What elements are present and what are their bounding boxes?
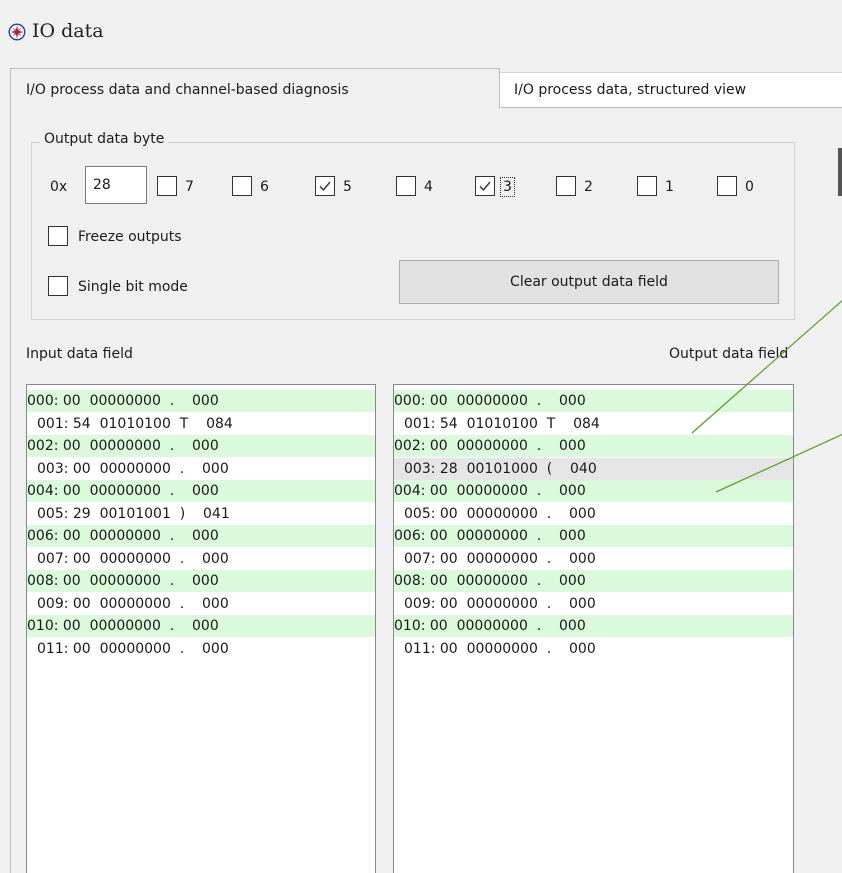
hex-prefix-label: 0x xyxy=(50,179,68,195)
bit-7-label: 7 xyxy=(185,179,194,195)
window-title: IO data xyxy=(32,20,104,42)
bit-5-checkbox[interactable] xyxy=(315,176,335,196)
single-bit-mode-label: Single bit mode xyxy=(78,279,188,295)
bit-2-label: 2 xyxy=(584,179,593,195)
bit-0-label: 0 xyxy=(745,179,754,195)
bit-1-label: 1 xyxy=(665,179,674,195)
checkmark-icon xyxy=(319,181,331,192)
bit-5-label: 5 xyxy=(343,179,352,195)
list-item[interactable]: 002: 00 00000000 . 000 xyxy=(394,435,793,457)
list-item[interactable]: 002: 00 00000000 . 000 xyxy=(27,435,375,457)
bit-1-checkbox[interactable] xyxy=(637,176,657,196)
tab-io-process-data-diagnosis[interactable]: I/O process data and channel-based diagn… xyxy=(10,68,500,108)
bit-6-checkbox[interactable] xyxy=(232,176,252,196)
freeze-outputs-label: Freeze outputs xyxy=(78,229,182,245)
list-item[interactable]: 006: 00 00000000 . 000 xyxy=(27,525,375,547)
list-item[interactable]: 003: 00 00000000 . 000 xyxy=(27,457,375,480)
single-bit-mode-checkbox[interactable] xyxy=(48,276,68,296)
freeze-outputs-checkbox[interactable] xyxy=(48,226,68,246)
bit-3-checkbox[interactable] xyxy=(475,176,495,196)
list-item[interactable]: 001: 54 01010100 T 084 xyxy=(394,412,793,435)
tab-io-process-data-structured[interactable]: I/O process data, structured view xyxy=(500,72,842,108)
checkmark-icon xyxy=(479,181,491,192)
list-item[interactable]: 008: 00 00000000 . 000 xyxy=(394,570,793,592)
list-item[interactable]: 011: 00 00000000 . 000 xyxy=(27,637,375,660)
bit-6-label: 6 xyxy=(260,179,269,195)
list-item[interactable]: 009: 00 00000000 . 000 xyxy=(394,592,793,615)
list-item[interactable]: 010: 00 00000000 . 000 xyxy=(27,615,375,637)
clear-output-data-button[interactable]: Clear output data field xyxy=(399,260,779,304)
list-item[interactable]: 000: 00 00000000 . 000 xyxy=(394,390,793,412)
list-item[interactable]: 010: 00 00000000 . 000 xyxy=(394,615,793,637)
input-data-field-label: Input data field xyxy=(26,346,133,362)
clipped-control-edge xyxy=(838,148,842,196)
list-item[interactable]: 011: 00 00000000 . 000 xyxy=(394,637,793,660)
output-data-byte-label: Output data byte xyxy=(40,131,169,147)
title-bar: IO data xyxy=(0,0,842,58)
list-item[interactable]: 001: 54 01010100 T 084 xyxy=(27,412,375,435)
tab-strip: I/O process data and channel-based diagn… xyxy=(0,68,842,108)
list-item[interactable]: 000: 00 00000000 . 000 xyxy=(27,390,375,412)
app-logo-icon xyxy=(8,23,26,41)
io-data-window: IO data I/O process data and channel-bas… xyxy=(0,0,842,873)
list-item[interactable]: 006: 00 00000000 . 000 xyxy=(394,525,793,547)
list-item[interactable]: 003: 28 00101000 ( 040 xyxy=(394,457,793,480)
list-item[interactable]: 005: 29 00101001 ) 041 xyxy=(27,502,375,525)
list-item[interactable]: 007: 00 00000000 . 000 xyxy=(394,547,793,570)
hex-value-input[interactable]: 28 xyxy=(85,166,147,204)
input-data-list[interactable]: 000: 00 00000000 . 000 001: 54 01010100 T… xyxy=(26,384,376,873)
output-data-list[interactable]: 000: 00 00000000 . 000 001: 54 01010100 T… xyxy=(393,384,794,873)
list-item[interactable]: 009: 00 00000000 . 000 xyxy=(27,592,375,615)
list-item[interactable]: 005: 00 00000000 . 000 xyxy=(394,502,793,525)
bit-0-checkbox[interactable] xyxy=(717,176,737,196)
bit-3-label: 3 xyxy=(500,177,515,197)
bit-2-checkbox[interactable] xyxy=(556,176,576,196)
list-item[interactable]: 007: 00 00000000 . 000 xyxy=(27,547,375,570)
bit-4-label: 4 xyxy=(424,179,433,195)
list-item[interactable]: 008: 00 00000000 . 000 xyxy=(27,570,375,592)
bit-7-checkbox[interactable] xyxy=(157,176,177,196)
list-item[interactable]: 004: 00 00000000 . 000 xyxy=(394,480,793,502)
bit-4-checkbox[interactable] xyxy=(396,176,416,196)
list-item[interactable]: 004: 00 00000000 . 000 xyxy=(27,480,375,502)
output-data-field-label: Output data field xyxy=(669,346,789,362)
